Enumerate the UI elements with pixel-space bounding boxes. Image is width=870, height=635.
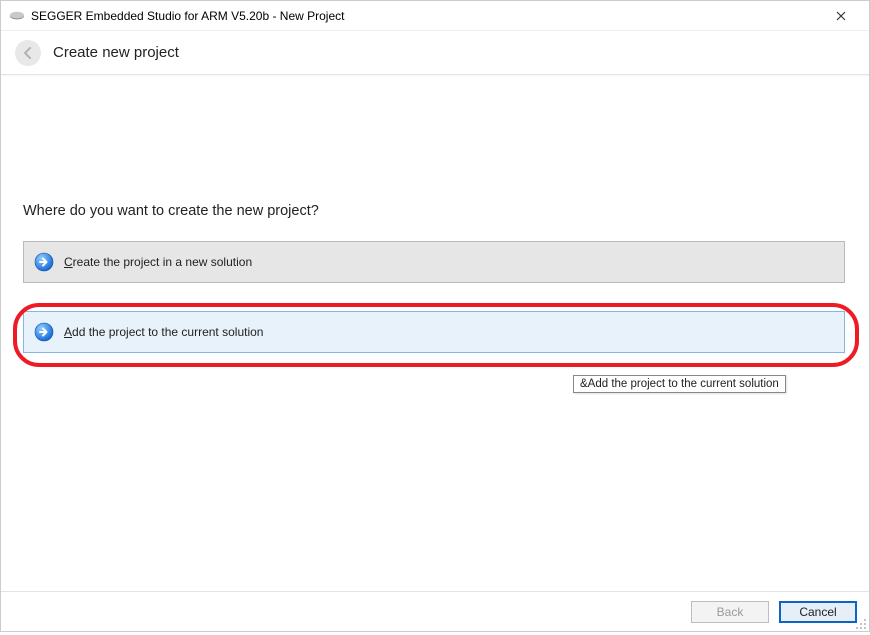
- option-tooltip: &Add the project to the current solution: [573, 375, 786, 393]
- wizard-question: Where do you want to create the new proj…: [23, 203, 847, 219]
- back-icon: [15, 40, 41, 66]
- option-current-solution-label: Add the project to the current solution: [64, 325, 263, 339]
- titlebar: SEGGER Embedded Studio for ARM V5.20b - …: [1, 1, 869, 31]
- option-new-solution-label: Create the project in a new solution: [64, 255, 252, 269]
- option-new-solution[interactable]: Create the project in a new solution: [23, 241, 845, 283]
- wizard-header: Create new project: [1, 31, 869, 75]
- resize-grip[interactable]: [855, 617, 867, 629]
- app-icon: [9, 8, 25, 24]
- back-button: Back: [691, 601, 769, 623]
- window-title: SEGGER Embedded Studio for ARM V5.20b - …: [31, 9, 821, 23]
- window-close-button[interactable]: [821, 1, 861, 31]
- arrow-right-icon: [34, 322, 54, 342]
- wizard-footer: Back Cancel: [1, 591, 869, 631]
- option-current-solution[interactable]: Add the project to the current solution: [23, 311, 845, 353]
- cancel-button[interactable]: Cancel: [779, 601, 857, 623]
- page-title: Create new project: [53, 44, 179, 61]
- wizard-content: Where do you want to create the new proj…: [1, 75, 869, 353]
- arrow-right-icon: [34, 252, 54, 272]
